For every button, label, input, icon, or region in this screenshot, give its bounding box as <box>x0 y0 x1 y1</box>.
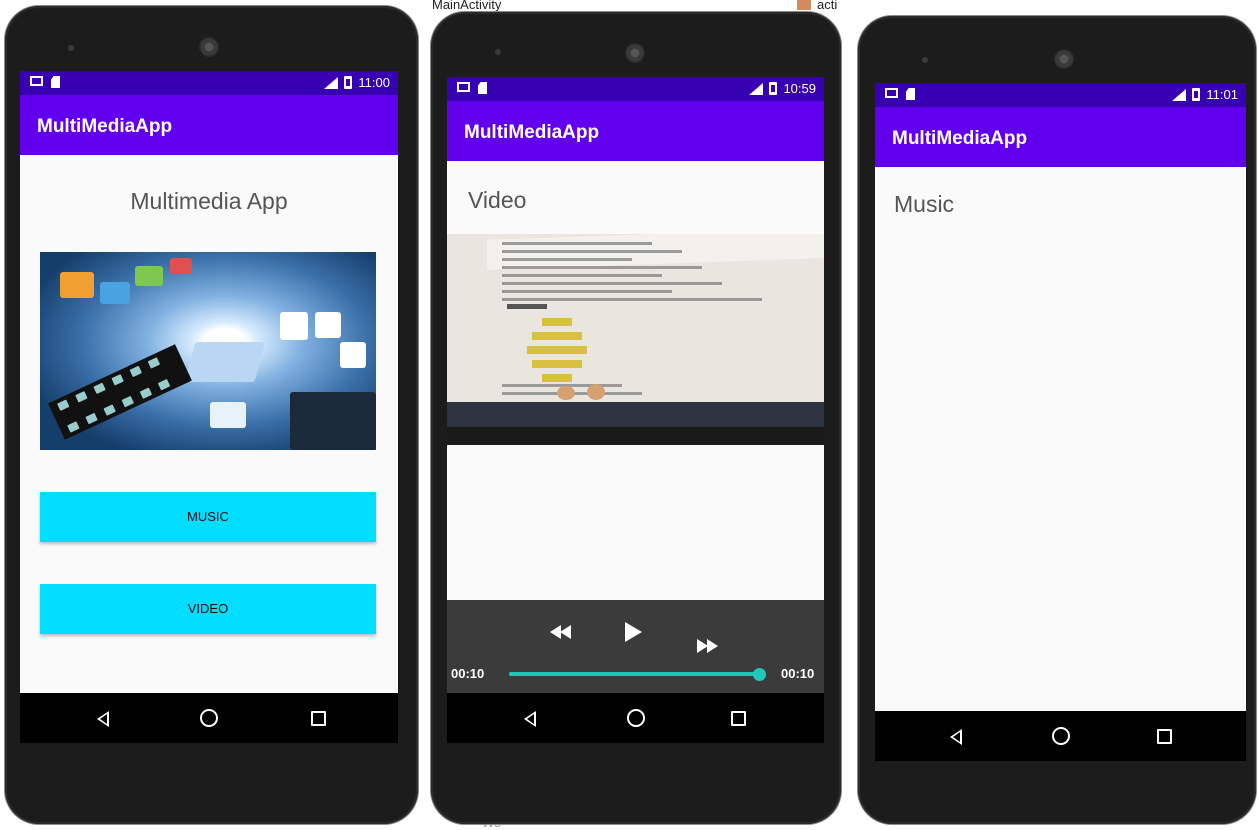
app-bar-title: MultiMediaApp <box>447 101 824 161</box>
desktop-tab-text-right: acti <box>817 0 838 12</box>
navigation-bar <box>447 693 824 743</box>
status-time: 10:59 <box>783 81 816 96</box>
back-icon[interactable] <box>97 711 109 727</box>
phone-video: 10:59 MultiMediaApp Video 00:10 00:10 <box>431 12 841 824</box>
elapsed-time: 00:10 <box>451 666 485 681</box>
fast-forward-icon[interactable] <box>697 639 719 653</box>
home-icon[interactable] <box>1052 727 1070 745</box>
battery-icon <box>344 76 353 89</box>
media-controls: 00:10 00:10 <box>447 600 824 693</box>
app-bar-title: MultiMediaApp <box>20 95 398 155</box>
sensor-dot <box>922 57 928 63</box>
music-button[interactable]: MUSIC <box>40 492 376 542</box>
lte-signal-icon <box>324 76 339 89</box>
sd-card-icon <box>478 82 487 94</box>
status-bar: 11:00 <box>20 71 398 95</box>
recents-icon[interactable] <box>1157 729 1172 744</box>
seek-bar[interactable] <box>509 672 761 676</box>
page-title: Video <box>468 187 527 213</box>
mail-icon <box>457 82 470 92</box>
recents-icon[interactable] <box>731 711 746 726</box>
back-icon[interactable] <box>524 711 536 727</box>
battery-icon <box>1192 88 1201 101</box>
lte-signal-icon <box>1172 88 1187 101</box>
mail-icon <box>885 88 898 98</box>
screen-video: 10:59 MultiMediaApp Video 00:10 00:10 <box>447 77 824 743</box>
status-time: 11:01 <box>1206 87 1238 102</box>
video-view[interactable] <box>447 234 824 445</box>
screen-music: 11:01 MultiMediaApp Music <box>875 83 1246 761</box>
duration-time: 00:10 <box>781 666 815 681</box>
home-icon[interactable] <box>200 709 218 727</box>
sd-card-icon <box>906 88 915 100</box>
phone-home: 11:00 MultiMediaApp Multimedia App MUSIC… <box>5 6 418 824</box>
battery-icon <box>769 82 778 95</box>
desktop-tab-text: MainActivity <box>432 0 502 12</box>
page-title: Multimedia App <box>130 188 288 214</box>
play-icon <box>625 622 642 642</box>
lte-signal-icon <box>749 82 764 95</box>
earpiece <box>199 37 219 57</box>
sensor-dot <box>495 49 501 55</box>
home-icon[interactable] <box>627 709 645 727</box>
screen-home: 11:00 MultiMediaApp Multimedia App MUSIC… <box>20 71 398 743</box>
desktop-file-icon <box>797 0 811 10</box>
page-title: Music <box>894 191 955 217</box>
multimedia-banner-image <box>40 252 376 450</box>
navigation-bar <box>20 693 398 743</box>
earpiece <box>625 43 645 63</box>
play-button[interactable] <box>625 622 642 642</box>
seek-thumb[interactable] <box>753 668 766 681</box>
app-bar-title: MultiMediaApp <box>875 107 1246 167</box>
status-bar: 10:59 <box>447 77 824 101</box>
sensor-dot <box>68 45 74 51</box>
earpiece <box>1054 49 1074 69</box>
back-icon[interactable] <box>950 729 962 745</box>
status-time: 11:00 <box>358 75 390 90</box>
recents-icon[interactable] <box>311 711 326 726</box>
rewind-icon[interactable] <box>550 625 572 639</box>
status-bar: 11:01 <box>875 83 1246 107</box>
navigation-bar <box>875 711 1246 761</box>
phone-music: 11:01 MultiMediaApp Music <box>858 16 1256 824</box>
mail-icon <box>30 76 43 86</box>
sd-card-icon <box>51 76 60 88</box>
video-button[interactable]: VIDEO <box>40 584 376 634</box>
